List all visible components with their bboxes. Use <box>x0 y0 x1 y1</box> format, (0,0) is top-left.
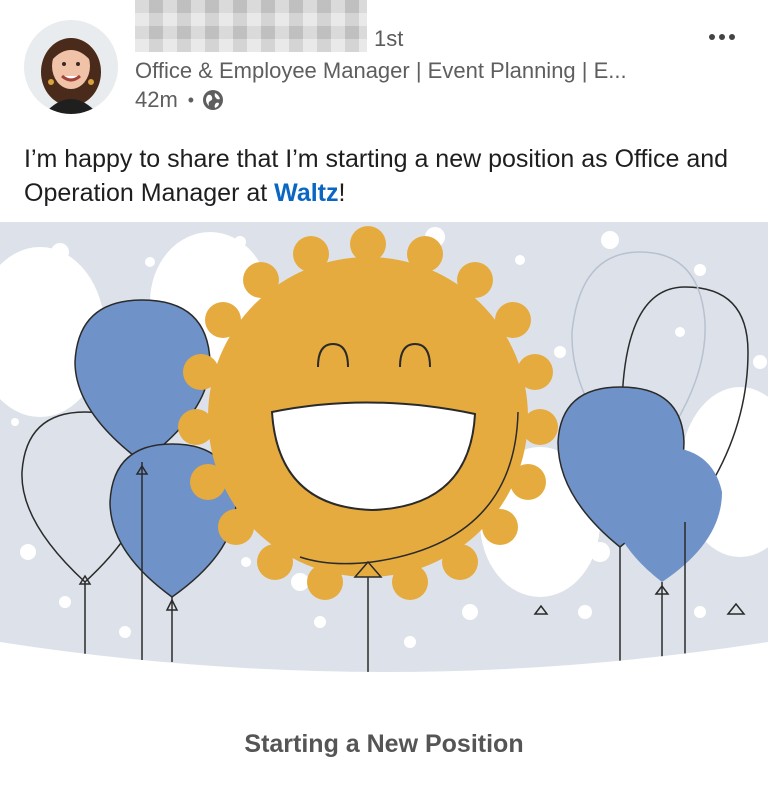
card-caption[interactable]: Starting a New Position <box>0 730 768 759</box>
meta-separator: • <box>187 89 195 110</box>
avatar[interactable] <box>24 20 118 114</box>
post-text-start: I’m happy to share that I’m starting a n… <box>24 145 729 207</box>
more-options-button[interactable] <box>702 22 742 52</box>
author-name-redacted <box>135 0 367 52</box>
author-headline: Office & Employee Manager | Event Planni… <box>135 58 627 83</box>
post-time: 42m <box>135 87 178 112</box>
balloons-illustration <box>0 222 768 672</box>
post-body: I’m happy to share that I’m starting a n… <box>24 142 744 210</box>
post-meta: 42m • <box>135 86 224 114</box>
post-text-end: ! <box>338 179 346 207</box>
globe-icon <box>202 89 224 111</box>
company-link[interactable]: Waltz <box>274 179 338 207</box>
connection-degree: 1st <box>374 26 404 51</box>
more-icon <box>709 34 735 40</box>
celebration-illustration[interactable] <box>0 222 768 692</box>
post-header: 1st Office & Employee Manager | Event Pl… <box>0 0 768 130</box>
